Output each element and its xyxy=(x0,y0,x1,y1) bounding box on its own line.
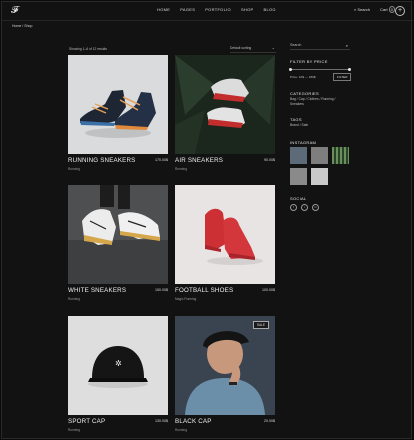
product-price: 90.00$ xyxy=(264,158,275,162)
product-card[interactable]: ✲ SPORT CAP 130.00$ Running xyxy=(68,316,168,432)
instagram-photo[interactable] xyxy=(290,168,307,185)
product-title[interactable]: AIR SNEAKERS xyxy=(175,157,223,164)
product-title[interactable]: BLACK CAP xyxy=(175,418,212,425)
price-range-label: Price: 10$ — 180$ xyxy=(290,75,316,79)
menu-plus-button[interactable]: + xyxy=(395,6,405,16)
product-category[interactable]: Running xyxy=(68,297,80,301)
social-links: f t in xyxy=(290,204,319,211)
product-card[interactable]: SALE BLACK CAP 20.00$ Running xyxy=(175,316,275,432)
product-category[interactable]: Running xyxy=(175,167,187,171)
product-card[interactable]: WHITE SNEAKERS 150.00$ Running xyxy=(68,185,168,301)
product-card[interactable]: FOOTBALL SHOES 100.00$ Magic Running xyxy=(175,185,275,301)
chevron-down-icon: ⌄ xyxy=(271,45,275,50)
categories-title: CATEGORIES xyxy=(290,91,319,96)
main-menu: HOME PAGES PORTFOLIO SHOP BLOG xyxy=(157,7,276,12)
slider-handle-min[interactable] xyxy=(289,67,292,71)
results-count: Showing 1–6 of 12 results xyxy=(69,47,107,51)
search-input[interactable]: Search ⌕ xyxy=(290,43,350,50)
product-card[interactable]: AIR SNEAKERS 90.00$ Running xyxy=(175,55,275,171)
twitter-icon[interactable]: t xyxy=(301,204,308,211)
product-category[interactable]: Running xyxy=(175,428,187,432)
product-title[interactable]: RUNNING SNEAKERS xyxy=(68,157,136,164)
tag-links[interactable]: Brand / Sale xyxy=(290,123,308,127)
menu-home[interactable]: HOME xyxy=(157,7,170,12)
product-title[interactable]: FOOTBALL SHOES xyxy=(175,287,233,294)
menu-portfolio[interactable]: PORTFOLIO xyxy=(205,7,231,12)
product-image[interactable]: ✲ xyxy=(68,316,168,415)
instagram-gallery xyxy=(290,147,349,185)
product-image[interactable] xyxy=(68,185,168,284)
instagram-photo[interactable] xyxy=(290,147,307,164)
product-image[interactable] xyxy=(68,55,168,154)
product-image[interactable]: SALE xyxy=(175,316,275,415)
product-category[interactable]: Running xyxy=(68,167,80,171)
product-price: 170.00$ xyxy=(155,158,168,162)
breadcrumb[interactable]: Home / Shop xyxy=(12,24,32,28)
product-card[interactable]: RUNNING SNEAKERS 170.00$ Running xyxy=(68,55,168,171)
cart-link[interactable]: Cart 0 xyxy=(380,6,395,13)
svg-text:✲: ✲ xyxy=(115,359,122,368)
sort-select[interactable]: Default sorting ⌄ xyxy=(230,45,276,53)
page-frame: 𝓕 HOME PAGES PORTFOLIO SHOP BLOG ⌕ Searc… xyxy=(1,1,413,439)
menu-blog[interactable]: BLOG xyxy=(264,7,276,12)
menu-pages[interactable]: PAGES xyxy=(180,7,195,12)
utility-links: ⌕ Search Cart 0 xyxy=(354,6,395,13)
top-navigation: 𝓕 HOME PAGES PORTFOLIO SHOP BLOG ⌕ Searc… xyxy=(2,2,413,21)
filter-title: FILTER BY PRICE xyxy=(290,59,328,64)
product-category[interactable]: Running xyxy=(68,428,80,432)
product-price: 100.00$ xyxy=(262,288,275,292)
product-price: 20.00$ xyxy=(264,419,275,423)
product-image[interactable] xyxy=(175,185,275,284)
menu-shop[interactable]: SHOP xyxy=(241,7,254,12)
tags-title: TAGS xyxy=(290,117,302,122)
product-title[interactable]: SPORT CAP xyxy=(68,418,105,425)
search-link[interactable]: ⌕ Search xyxy=(354,7,370,12)
instagram-title: INSTAGRAM xyxy=(290,140,317,145)
product-title[interactable]: WHITE SNEAKERS xyxy=(68,287,126,294)
product-price: 130.00$ xyxy=(155,419,168,423)
filter-button[interactable]: FILTER xyxy=(333,73,352,81)
product-price: 150.00$ xyxy=(155,288,168,292)
slider-handle-max[interactable] xyxy=(348,67,351,71)
sale-badge: SALE xyxy=(252,321,269,329)
product-category[interactable]: Magic Running xyxy=(175,297,196,301)
price-slider[interactable] xyxy=(289,67,351,71)
instagram-photo[interactable] xyxy=(332,147,349,164)
linkedin-icon[interactable]: in xyxy=(312,204,319,211)
search-icon[interactable]: ⌕ xyxy=(346,43,348,48)
category-links[interactable]: Bag / Cap / Clothes / Running / Sneakers xyxy=(290,97,350,107)
instagram-photo[interactable] xyxy=(311,147,328,164)
instagram-photo[interactable] xyxy=(311,168,328,185)
social-title: SOCIAL xyxy=(290,196,307,201)
brand-logo[interactable]: 𝓕 xyxy=(11,5,21,17)
facebook-icon[interactable]: f xyxy=(290,204,297,211)
product-image[interactable] xyxy=(175,55,275,154)
